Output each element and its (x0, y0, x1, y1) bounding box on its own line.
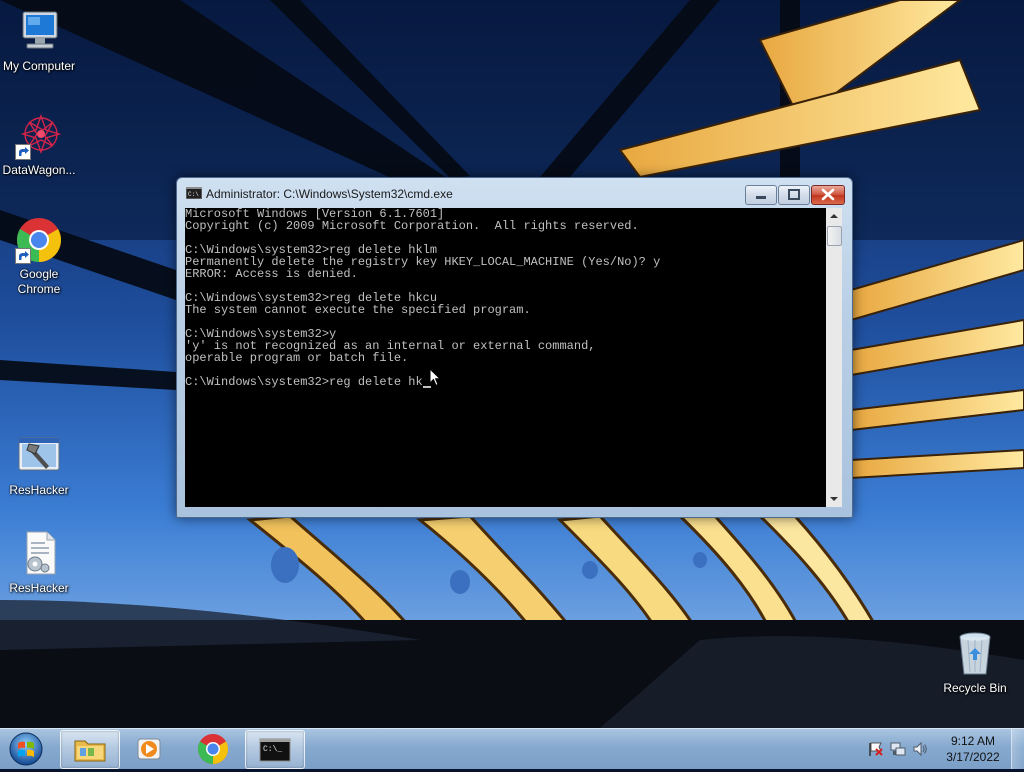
shortcut-arrow-icon (15, 248, 31, 264)
window-title: Administrator: C:\Windows\System32\cmd.e… (206, 187, 453, 201)
console-line: ERROR: Access is denied. (185, 267, 358, 281)
scroll-down-arrow-icon[interactable] (826, 491, 842, 507)
console-line: operable program or batch file. (185, 351, 409, 365)
cmd-window[interactable]: C:\ Administrator: C:\Windows\System32\c… (176, 177, 853, 518)
console-lines: Microsoft Windows [Version 6.1.7601] Cop… (185, 208, 826, 388)
svg-text:C:\_: C:\_ (263, 745, 282, 754)
datawagon-icon (15, 112, 63, 160)
shortcut-arrow-icon (15, 144, 31, 160)
cmd-icon: C:\ (186, 187, 202, 199)
clock-date[interactable]: 3/17/2022 (928, 750, 1018, 764)
window-titlebar[interactable]: C:\ Administrator: C:\Windows\System32\c… (177, 178, 852, 208)
desktop-icon-label: ResHacker (9, 483, 69, 497)
desktop-icon-reshacker[interactable]: ResHacker (0, 432, 78, 498)
desktop-icon-my-computer[interactable]: My Computer (0, 8, 78, 74)
close-icon (821, 188, 835, 201)
minimize-icon (756, 196, 766, 199)
desktop-icon-google-chrome[interactable]: Google Chrome (0, 216, 78, 297)
explorer-icon (74, 740, 106, 762)
taskbar-media-player-button[interactable] (120, 730, 178, 767)
desktop-icon-label: DataWagon... (2, 163, 76, 177)
close-button[interactable] (811, 185, 845, 205)
recycle-bin-icon (951, 630, 999, 678)
desktop-icon-label: Recycle Bin (943, 681, 1007, 695)
desktop-icon-label: Google Chrome (17, 267, 61, 296)
action-center-flag-icon[interactable] (868, 741, 884, 757)
start-button[interactable] (6, 731, 46, 767)
desktop-icon-reshacker-file[interactable]: ResHacker (0, 530, 78, 596)
vertical-scrollbar[interactable] (826, 208, 842, 507)
taskbar-explorer-button[interactable] (60, 730, 120, 769)
maximize-icon (788, 189, 800, 200)
media-player-icon (137, 738, 161, 760)
desktop-icon-label: ResHacker (9, 581, 69, 595)
system-tray: 9:12 AM 3/17/2022 (862, 729, 1024, 769)
scroll-up-arrow-icon[interactable] (826, 208, 842, 224)
reshacker-file-icon (15, 530, 63, 578)
scrollbar-thumb[interactable] (827, 226, 842, 246)
desktop-icon-label: My Computer (2, 59, 76, 73)
console-line: Copyright (c) 2009 Microsoft Corporation… (185, 219, 639, 233)
minimize-button[interactable] (745, 185, 777, 205)
volume-icon[interactable] (912, 741, 928, 757)
console-line: The system cannot execute the specified … (185, 303, 531, 317)
windows-start-icon (9, 732, 43, 766)
show-desktop-button[interactable] (1011, 729, 1024, 769)
console-output[interactable]: Microsoft Windows [Version 6.1.7601] Cop… (185, 208, 826, 507)
cmd-icon: C:\_ (259, 738, 291, 762)
reshacker-icon (15, 432, 63, 480)
desktop-icon-datawagon[interactable]: DataWagon... (0, 112, 78, 178)
maximize-button[interactable] (778, 185, 810, 205)
mouse-pointer-icon (429, 368, 441, 387)
taskbar: C:\_ 9:12 AM 3/17/2022 (0, 728, 1024, 769)
taskbar-chrome-button[interactable] (184, 730, 242, 767)
chrome-icon (197, 734, 229, 764)
console-prompt-line[interactable]: C:\Windows\system32>reg delete hk (185, 376, 826, 388)
desktop-icon-recycle-bin[interactable]: Recycle Bin (936, 630, 1014, 696)
network-icon[interactable] (890, 741, 906, 757)
console-prompt-input[interactable]: C:\Windows\system32>reg delete hk (185, 375, 423, 389)
clock-time[interactable]: 9:12 AM (928, 734, 1018, 748)
computer-icon (15, 8, 63, 56)
taskbar-cmd-button[interactable]: C:\_ (245, 730, 305, 769)
chrome-icon (15, 216, 63, 264)
svg-text:C:\: C:\ (188, 191, 199, 198)
